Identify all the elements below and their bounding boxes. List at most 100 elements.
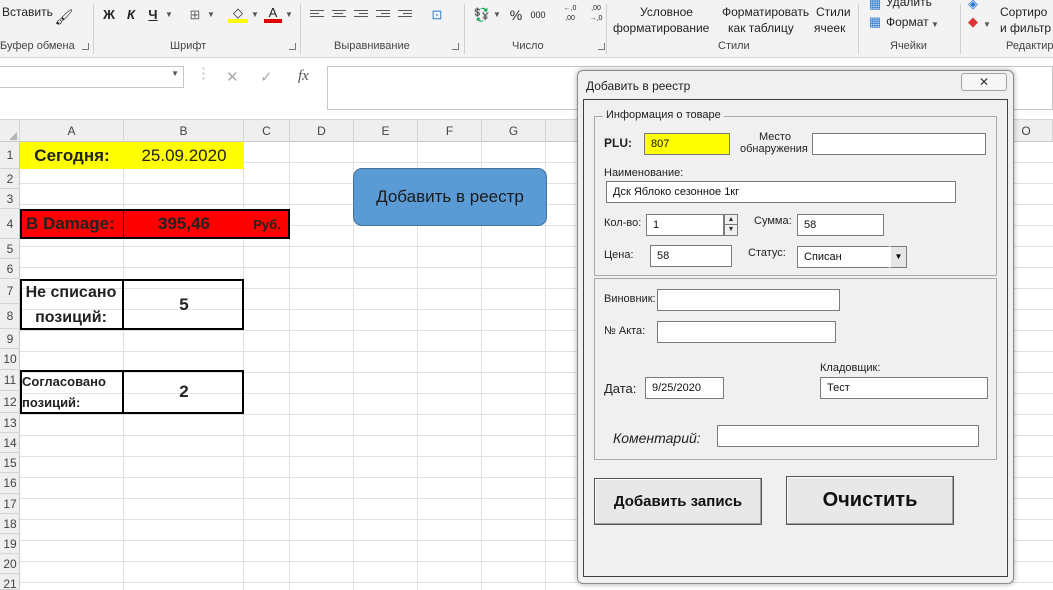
row-header[interactable]: 16 bbox=[0, 473, 20, 494]
conditional-format-line1[interactable]: Условное bbox=[640, 5, 693, 19]
underline-button[interactable]: Ч bbox=[144, 5, 162, 25]
cell-A11-agreed-label[interactable]: Согласовано позиций: bbox=[20, 370, 124, 414]
cell-C4-damage-unit[interactable]: Руб. bbox=[244, 209, 290, 239]
row-header[interactable]: 8 bbox=[0, 304, 20, 329]
row-header[interactable]: 10 bbox=[0, 349, 20, 370]
comment-input[interactable] bbox=[717, 425, 979, 447]
bold-button[interactable]: Ж bbox=[100, 5, 118, 25]
row-header[interactable]: 11 bbox=[0, 370, 20, 391]
clipboard-launcher-icon[interactable] bbox=[82, 43, 89, 50]
chevron-down-icon[interactable]: ▼ bbox=[930, 15, 940, 35]
price-input[interactable] bbox=[650, 245, 732, 267]
name-input[interactable] bbox=[606, 181, 956, 203]
borders-icon[interactable]: ⊞ bbox=[186, 5, 204, 25]
row-header[interactable]: 9 bbox=[0, 329, 20, 349]
increase-decimal-button[interactable]: ←,0 ,00 bbox=[560, 4, 580, 24]
chevron-down-icon[interactable]: ▼ bbox=[171, 69, 179, 78]
cell-A4-damage-label[interactable]: В Damage: bbox=[20, 209, 124, 239]
add-record-button[interactable]: Добавить запись bbox=[594, 478, 762, 525]
row-header[interactable]: 14 bbox=[0, 433, 20, 453]
fill-color-icon[interactable]: ◇ bbox=[228, 3, 248, 23]
select-all-corner[interactable] bbox=[0, 120, 20, 142]
location-input[interactable] bbox=[812, 133, 986, 155]
chevron-down-icon[interactable]: ▼ bbox=[206, 5, 216, 25]
chevron-down-icon[interactable]: ▼ bbox=[492, 5, 502, 25]
format-cells-button[interactable]: Формат bbox=[886, 15, 929, 29]
font-color-button[interactable]: А bbox=[264, 3, 282, 23]
paste-button[interactable]: Вставить bbox=[2, 5, 53, 19]
row-header[interactable]: 20 bbox=[0, 554, 20, 574]
thousands-button[interactable]: 000 bbox=[528, 5, 548, 25]
row-header[interactable]: 17 bbox=[0, 494, 20, 514]
row-header[interactable]: 12 bbox=[0, 391, 20, 413]
qty-spinner[interactable]: ▲ ▼ bbox=[724, 214, 738, 236]
cell-A1-today-label[interactable]: Сегодня: bbox=[20, 142, 124, 169]
spin-up-icon[interactable]: ▲ bbox=[725, 215, 737, 225]
conditional-format-line2[interactable]: форматирование bbox=[613, 21, 709, 35]
column-header[interactable]: A bbox=[20, 120, 124, 142]
cell-styles-line1[interactable]: Стили bbox=[816, 5, 851, 19]
align-center-icon[interactable] bbox=[332, 10, 346, 22]
add-to-registry-shape-button[interactable]: Добавить в реестр bbox=[353, 168, 547, 226]
row-header[interactable]: 15 bbox=[0, 453, 20, 473]
italic-button[interactable]: К bbox=[122, 5, 140, 25]
cell-A7-not-written-label[interactable]: Не списано позиций: bbox=[20, 279, 124, 330]
cell-B1-today-value[interactable]: 25.09.2020 bbox=[124, 142, 244, 169]
name-box[interactable]: ▼ bbox=[0, 66, 184, 88]
format-as-table-line2[interactable]: как таблицу bbox=[728, 21, 794, 35]
column-header[interactable] bbox=[546, 120, 578, 142]
accounting-format-icon[interactable]: 💱 bbox=[472, 5, 492, 25]
decrease-indent-icon[interactable] bbox=[376, 10, 390, 22]
align-left-icon[interactable] bbox=[310, 10, 324, 22]
culprit-input[interactable] bbox=[657, 289, 840, 311]
format-as-table-line1[interactable]: Форматировать bbox=[722, 5, 809, 19]
row-header[interactable]: 21 bbox=[0, 574, 20, 590]
chevron-down-icon[interactable]: ▼ bbox=[250, 5, 260, 25]
cancel-icon[interactable]: ✕ bbox=[226, 68, 239, 86]
percent-button[interactable]: % bbox=[506, 5, 526, 25]
spin-down-icon[interactable]: ▼ bbox=[725, 225, 737, 235]
merge-center-icon[interactable]: ⊡ bbox=[428, 5, 446, 25]
row-header[interactable]: 19 bbox=[0, 534, 20, 554]
clear-button[interactable]: Очистить bbox=[786, 476, 954, 525]
row-header[interactable]: 13 bbox=[0, 413, 20, 433]
storekeeper-input[interactable] bbox=[820, 377, 988, 399]
cell-B4-damage-value[interactable]: 395,46 bbox=[124, 209, 244, 239]
column-header[interactable]: C bbox=[244, 120, 290, 142]
decrease-decimal-button[interactable]: ,00 →,0 bbox=[586, 4, 606, 24]
chevron-down-icon[interactable]: ▼ bbox=[982, 15, 992, 35]
delete-cells-button[interactable]: Удалить bbox=[886, 0, 932, 9]
plu-input[interactable] bbox=[644, 133, 730, 155]
row-header[interactable]: 6 bbox=[0, 259, 20, 279]
clear-eraser-icon[interactable]: ◆ bbox=[966, 12, 980, 32]
formula-bar-grip-icon[interactable]: ⋮ bbox=[196, 64, 211, 82]
chevron-down-icon[interactable]: ▼ bbox=[284, 5, 294, 25]
row-header[interactable]: 3 bbox=[0, 189, 20, 209]
row-header[interactable]: 2 bbox=[0, 169, 20, 189]
number-launcher-icon[interactable] bbox=[598, 43, 605, 50]
sum-input[interactable] bbox=[797, 214, 884, 236]
cell-B11-agreed-value[interactable]: 2 bbox=[124, 370, 244, 414]
chevron-down-icon[interactable]: ▼ bbox=[889, 246, 907, 268]
row-header[interactable]: 1 bbox=[0, 142, 20, 169]
column-header[interactable]: G bbox=[482, 120, 546, 142]
cell-styles-line2[interactable]: ячеек bbox=[814, 21, 845, 35]
column-header[interactable]: F bbox=[418, 120, 482, 142]
row-header[interactable]: 5 bbox=[0, 239, 20, 259]
cell-B7-not-written-value[interactable]: 5 bbox=[124, 279, 244, 330]
alignment-launcher-icon[interactable] bbox=[452, 43, 459, 50]
insert-function-icon[interactable]: fx bbox=[298, 68, 309, 85]
increase-indent-icon[interactable] bbox=[398, 10, 412, 22]
date-input[interactable] bbox=[645, 377, 724, 399]
act-number-input[interactable] bbox=[657, 321, 836, 343]
column-header[interactable]: E bbox=[354, 120, 418, 142]
column-header[interactable]: B bbox=[124, 120, 244, 142]
enter-icon[interactable]: ✓ bbox=[260, 68, 273, 86]
sort-filter-line1[interactable]: Сортиро bbox=[1000, 5, 1047, 19]
format-painter-icon[interactable]: 🖌 bbox=[54, 8, 74, 28]
close-button[interactable]: ✕ bbox=[961, 73, 1007, 91]
column-header[interactable]: D bbox=[290, 120, 354, 142]
qty-input[interactable] bbox=[646, 214, 724, 236]
row-header[interactable]: 18 bbox=[0, 514, 20, 534]
row-header[interactable]: 7 bbox=[0, 279, 20, 304]
